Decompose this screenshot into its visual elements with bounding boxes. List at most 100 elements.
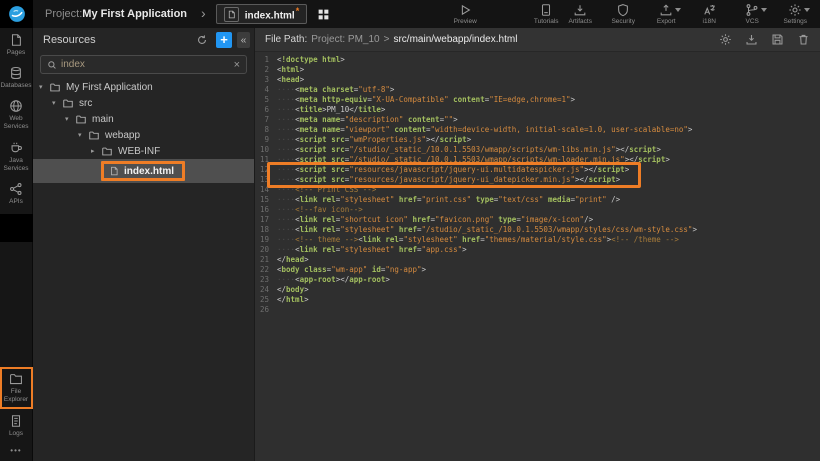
code-line-5[interactable]: 5····<meta http-equiv="X-UA-Compatible" …: [255, 95, 820, 105]
code-line-1[interactable]: 1<!doctype html>: [255, 55, 820, 65]
tab-index-html[interactable]: index.html*: [216, 4, 308, 24]
line-number: 22: [255, 265, 269, 275]
resource-search: ×: [40, 55, 247, 74]
wavemaker-logo-icon: [8, 5, 26, 23]
editor-download-icon[interactable]: [745, 33, 758, 46]
rail-item-pages[interactable]: Pages: [0, 28, 33, 61]
code-line-2[interactable]: 2<html>: [255, 65, 820, 75]
line-number: 5: [255, 95, 269, 105]
code-line-19[interactable]: 19····<!-- theme --><link rel="styleshee…: [255, 235, 820, 245]
gear-icon: [788, 3, 802, 17]
unsaved-indicator: *: [296, 6, 300, 16]
chevron-right-icon[interactable]: ▸: [91, 147, 101, 155]
editor-settings-gear-icon[interactable]: [719, 33, 732, 46]
code-area[interactable]: 1<!doctype html>2<html>3<head>4····<meta…: [255, 52, 820, 461]
rail-item-logs[interactable]: Logs: [0, 409, 33, 442]
tree-row-web-inf[interactable]: ▸WEB-INF: [33, 143, 254, 159]
clear-search-icon[interactable]: ×: [234, 59, 240, 71]
editor-delete-trash-icon[interactable]: [797, 33, 810, 46]
tree-label: main: [92, 114, 114, 125]
project-label: Project:: [45, 8, 82, 20]
code-line-7[interactable]: 7····<meta name="description" content=""…: [255, 115, 820, 125]
tree-row-my-first-application[interactable]: ▾ My First Application: [33, 79, 254, 95]
chevron-down-icon[interactable]: ▾: [52, 99, 62, 107]
code-editor: File Path: Project: PM_10 > src/main/web…: [255, 28, 820, 461]
rail-item-label: APIs: [9, 198, 23, 206]
code-line-4[interactable]: 4····<meta charset="utf-8">: [255, 85, 820, 95]
code-line-14[interactable]: 14····<!-- Print CSS -->: [255, 185, 820, 195]
code-text: <body class="wm-app" id="ng-app">: [277, 265, 426, 275]
code-line-6[interactable]: 6····<title>PM_10</title>: [255, 105, 820, 115]
rail-item-databases[interactable]: Databases: [0, 61, 33, 94]
topbar-action-settings[interactable]: Settings: [778, 3, 812, 25]
code-line-8[interactable]: 8····<meta name="viewport" content="widt…: [255, 125, 820, 135]
line-number: 14: [255, 185, 269, 195]
editor-save-icon[interactable]: [771, 33, 784, 46]
line-number: 21: [255, 255, 269, 265]
topbar-action-label: i18N: [703, 18, 716, 25]
project-breadcrumb: Project:My First Application: [45, 8, 187, 20]
search-input[interactable]: [61, 59, 230, 70]
topbar-action-label: Export: [657, 18, 676, 25]
line-number: 23: [255, 275, 269, 285]
topbar-action-preview[interactable]: Preview: [448, 3, 482, 25]
topbar-action-label: Preview: [454, 18, 477, 25]
code-line-9[interactable]: 9····<script src="wmProperties.js"></scr…: [255, 135, 820, 145]
code-line-11[interactable]: 11····<script src="/studio/_static_/10.0…: [255, 155, 820, 165]
nodes-icon: [9, 182, 23, 196]
topbar-action-vcs[interactable]: VCS: [735, 3, 769, 25]
rail-item-web-services[interactable]: Web Services: [0, 94, 33, 135]
rail-item-file-explorer[interactable]: File Explorer: [0, 367, 33, 409]
tree-row-index-html[interactable]: index.html: [33, 159, 254, 183]
wavemaker-logo[interactable]: [0, 0, 33, 28]
code-line-18[interactable]: 18····<link rel="stylesheet" href="/stud…: [255, 225, 820, 235]
code-text: <!doctype html>: [277, 55, 345, 65]
code-text: ····<link rel="stylesheet" href="/studio…: [277, 225, 697, 235]
rail-overflow-menu[interactable]: •••: [10, 442, 21, 461]
code-line-15[interactable]: 15····<link rel="stylesheet" href="print…: [255, 195, 820, 205]
file-path-label: File Path:: [265, 34, 307, 45]
file-icon: [224, 7, 239, 22]
chevron-down-icon[interactable]: ▾: [65, 115, 75, 123]
code-line-10[interactable]: 10····<script src="/studio/_static_/10.0…: [255, 145, 820, 155]
topbar-action-export[interactable]: Export: [649, 3, 683, 25]
refresh-icon[interactable]: [196, 34, 208, 46]
rail-item-label: File Explorer: [2, 388, 31, 404]
chevron-down-icon[interactable]: ▾: [78, 131, 88, 139]
topbar-action-security[interactable]: Security: [606, 3, 640, 25]
file-path-bar: File Path: Project: PM_10 > src/main/web…: [255, 28, 820, 52]
code-line-21[interactable]: 21</head>: [255, 255, 820, 265]
topbar-action-artifacts[interactable]: Artifacts: [563, 3, 597, 25]
code-line-12[interactable]: 12····<script src="resources/javascript/…: [255, 165, 820, 175]
code-line-20[interactable]: 20····<link rel="stylesheet" href="app.c…: [255, 245, 820, 255]
chevron-down-icon[interactable]: ▾: [39, 83, 49, 91]
code-line-23[interactable]: 23····<app-root></app-root>: [255, 275, 820, 285]
code-line-16[interactable]: 16····<!--fav icon-->: [255, 205, 820, 215]
code-line-17[interactable]: 17····<link rel="shortcut icon" href="fa…: [255, 215, 820, 225]
code-line-22[interactable]: 22 <body class="wm-app" id="ng-app">: [255, 265, 820, 275]
rail-item-java-services[interactable]: Java Services: [0, 136, 33, 177]
grid-icon[interactable]: [317, 8, 330, 21]
tree-row-main[interactable]: ▾ main: [33, 111, 254, 127]
code-line-26[interactable]: 26: [255, 305, 820, 315]
topbar-right-actions: ArtifactsSecurityExporti18NVCSSettingsMP: [563, 3, 820, 25]
tree-row-webapp[interactable]: ▾webapp: [33, 127, 254, 143]
file-path-project: Project: PM_10: [311, 34, 379, 45]
tree-label: index.html: [124, 166, 174, 177]
topbar-action-i18n[interactable]: i18N: [692, 3, 726, 25]
code-text: ····<meta name="viewport" content="width…: [277, 125, 692, 135]
code-line-25[interactable]: 25</html>: [255, 295, 820, 305]
code-line-24[interactable]: 24</body>: [255, 285, 820, 295]
tree-row-src[interactable]: ▾src: [33, 95, 254, 111]
coffee-icon: [9, 141, 23, 155]
rail-item-label: Pages: [7, 49, 25, 57]
add-resource-button[interactable]: +: [216, 32, 232, 48]
collapse-panel-button[interactable]: «: [237, 32, 250, 48]
code-line-13[interactable]: 13····<script src="resources/javascript/…: [255, 175, 820, 185]
topbar-action-tutorials[interactable]: Tutorials: [529, 3, 563, 25]
code-line-3[interactable]: 3<head>: [255, 75, 820, 85]
tree-label: My First Application: [66, 82, 153, 93]
resources-title: Resources: [43, 34, 196, 46]
rail-item-apis[interactable]: APIs: [0, 177, 33, 210]
project-name[interactable]: My First Application: [82, 8, 187, 20]
